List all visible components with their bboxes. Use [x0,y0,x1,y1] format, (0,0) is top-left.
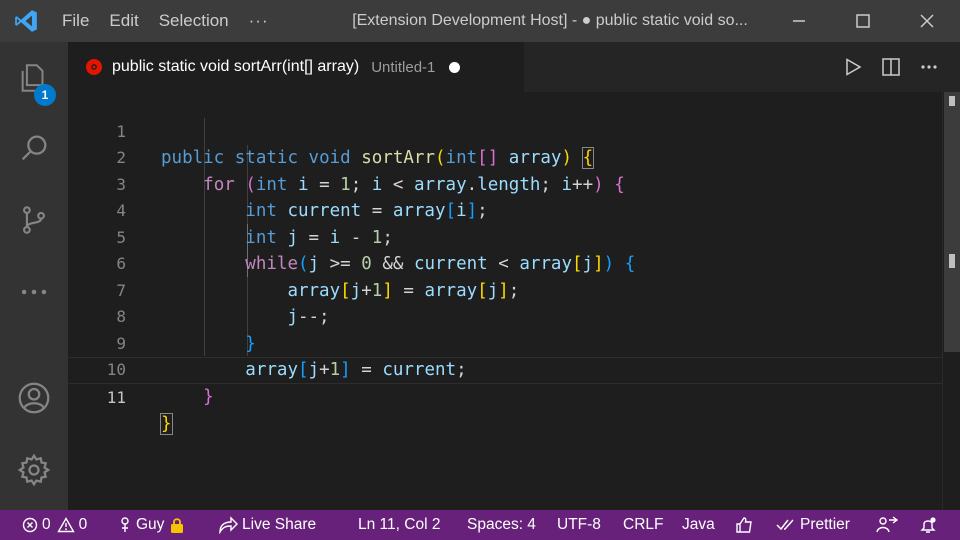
notifications-bell-icon[interactable] [918,510,942,540]
indentation-text: Spaces: 4 [467,516,536,533]
indentation[interactable]: Spaces: 4 [467,510,536,540]
problems-indicator[interactable]: 0 0 [22,510,87,540]
explorer-badge: 1 [34,84,56,106]
overview-ruler-marker [949,254,955,268]
search-icon[interactable] [0,118,68,178]
code-line[interactable]: 6 array[j+1] = array[j]; [68,225,942,301]
accounts-icon[interactable] [0,368,68,428]
live-share-label: Live Share [242,516,317,533]
cursor-position[interactable]: Ln 11, Col 2 [358,510,440,540]
code-line[interactable]: 3 int current = array[i]; [68,145,942,222]
maximize-icon[interactable] [834,0,892,42]
cursor-position-text: Ln 11, Col 2 [358,516,441,533]
encoding[interactable]: UTF-8 [557,510,601,540]
title-bar: File Edit Selection ··· [Extension Devel… [0,0,960,42]
settings-gear-icon[interactable] [0,440,68,500]
code-line[interactable]: 8 } [68,278,942,354]
feedback-like-icon[interactable] [734,510,758,540]
close-window-icon[interactable] [898,0,956,42]
line-number: 11 [106,387,126,407]
prettier-status[interactable]: Prettier [776,510,850,540]
scrollbar-thumb[interactable] [944,92,960,352]
tab-title: public static void sortArr(int[] array) [112,58,360,75]
code-text: } [203,386,214,407]
menu-more-icon[interactable]: ··· [239,0,279,42]
prettier-label: Prettier [800,516,850,533]
explorer-icon[interactable]: 1 [0,48,68,108]
menu-edit[interactable]: Edit [99,0,148,42]
live-share-icon [219,516,238,534]
more-actions-icon[interactable] [914,52,944,82]
minimize-icon[interactable] [770,0,828,42]
source-control-icon[interactable] [0,190,68,250]
code-line[interactable]: 9 array[j+1] = current; [68,304,942,381]
split-editor-icon[interactable] [876,52,906,82]
menu-selection[interactable]: Selection [149,0,239,42]
live-share-button[interactable]: Live Share [218,510,316,540]
status-bar: 0 0 Guy Live Share Ln 11, Col 2 Spaces: … [0,510,960,540]
code-line[interactable]: 7 j--; [68,251,942,328]
language-mode[interactable]: Java [682,510,715,540]
code-line[interactable]: 1 public static void sortArr(int[] array… [68,92,942,169]
warning-count: 0 [78,516,88,533]
window-title: [Extension Development Host] - ● public … [352,12,748,29]
double-check-icon [776,519,794,531]
user-status[interactable]: Guy [118,510,190,540]
user-pin-icon [121,517,129,532]
language-text: Java [682,516,715,533]
run-icon[interactable] [838,52,868,82]
overview-ruler-marker [949,96,955,106]
dirty-dot-icon[interactable] [449,61,461,73]
code-text: } [160,413,173,435]
activity-bar: 1 [0,42,68,510]
code-line[interactable]: 4 int j = i - 1; [68,172,942,248]
menu-file[interactable]: File [52,0,99,42]
code-line-current[interactable]: 11 } [68,357,942,435]
line-ending[interactable]: CRLF [623,510,663,540]
unsaved-indicator-icon [86,59,102,75]
code-line[interactable]: 5 while(j >= 0 && current < array[j]) { [68,198,942,275]
code-editor[interactable]: 1 public static void sortArr(int[] array… [68,92,942,540]
user-name: Guy [136,516,165,533]
line-ending-text: CRLF [623,516,664,533]
tab-description: Untitled-1 [371,58,436,76]
more-views-icon[interactable] [0,262,68,322]
remote-share-icon[interactable] [876,510,902,540]
error-icon [22,517,38,533]
encoding-text: UTF-8 [557,516,601,533]
warning-icon [56,517,75,533]
tab-bar: public static void sortArr(int[] array) … [68,42,960,92]
code-line[interactable]: 10 } [68,331,942,407]
lock-icon [171,518,184,533]
editor-scrollbar[interactable] [942,92,960,510]
vscode-logo-icon [0,0,52,42]
code-line[interactable]: 2 for (int i = 1; i < array.length; i++)… [68,119,942,195]
error-count: 0 [42,516,51,533]
tab-untitled-1[interactable]: public static void sortArr(int[] array) … [68,42,524,92]
